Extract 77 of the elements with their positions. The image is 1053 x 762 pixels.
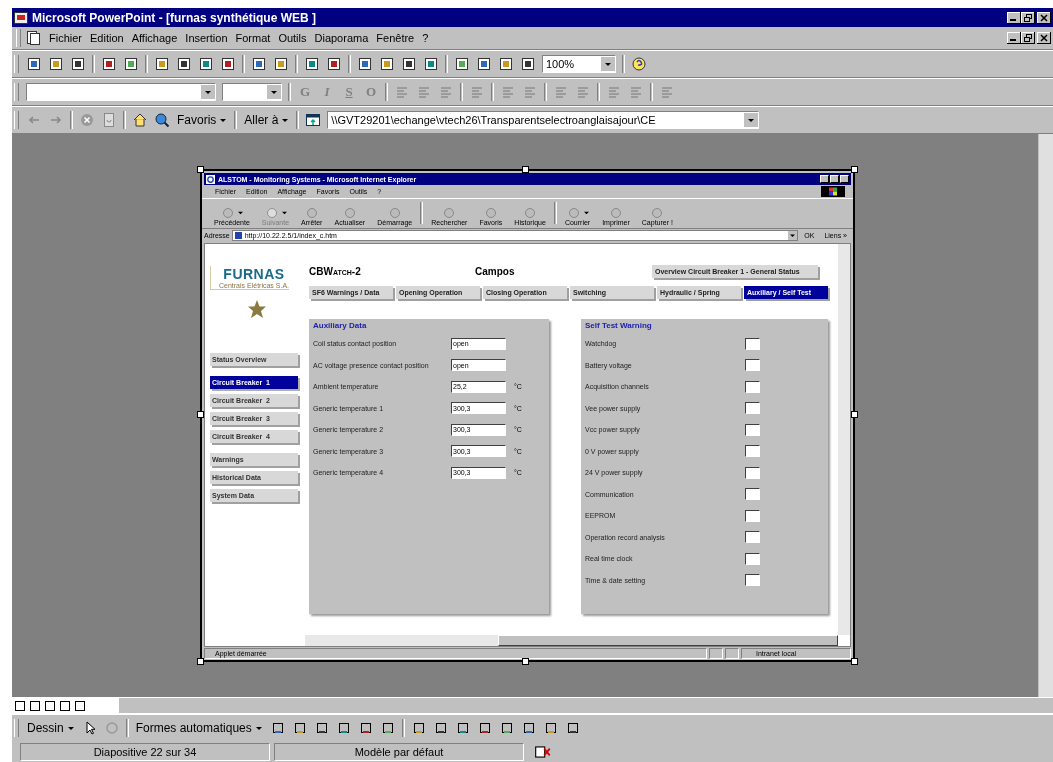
product-title: CBWatch-2 [309,265,362,277]
caret-icon [254,724,263,732]
close-button[interactable] [1037,11,1051,24]
warning-indicator [745,337,760,350]
help-icon[interactable] [631,56,647,72]
caret-icon [238,210,244,215]
warning-indicator [745,466,760,479]
window-title: Microsoft PowerPoint - [furnas synthétique WEB ] [32,10,316,25]
selection-handle[interactable] [851,166,858,173]
caret-icon [601,57,615,71]
warning-indicator [745,359,760,372]
vertical-scrollbar[interactable] [838,244,850,635]
minimize-button[interactable] [1007,11,1021,24]
selection-handle[interactable] [522,166,529,173]
caret-icon [66,724,75,732]
warning-indicator [745,423,760,436]
minimize-button[interactable] [1007,32,1021,44]
warning-indicator [745,445,760,458]
horizontal-scrollbar[interactable] [305,635,838,646]
favorites-menu[interactable]: Favoris [173,113,232,127]
warning-indicator [745,574,760,587]
menu-item[interactable]: Edition [86,32,128,44]
horizontal-scrollbar[interactable] [119,698,1053,713]
spellcheck-status-icon [534,744,552,759]
warning-indicator [745,488,760,501]
go-menu[interactable]: Aller à [240,113,294,127]
document-icon [25,30,41,46]
slide-counter: Diapositive 22 sur 34 [20,742,270,761]
maximize-button[interactable] [830,175,839,183]
selection-handle[interactable] [197,411,204,418]
restore-button[interactable] [1021,11,1035,24]
caret-icon [267,85,281,99]
font-dropdown[interactable] [26,83,216,101]
star-logo-icon [247,299,267,319]
caret-icon [201,85,215,99]
page-icon [234,232,242,239]
warning-indicator [745,509,760,522]
window-icon[interactable] [305,112,322,128]
menu-item[interactable]: Diaporama [310,32,373,44]
design-template: Modèle par défaut [274,742,524,761]
selection-handle[interactable] [851,411,858,418]
menu-item[interactable]: Format [231,32,275,44]
autoshapes-menu[interactable]: Formes automatiques [131,721,267,735]
address-field[interactable]: \\GVT29201\echange\vtech26\Transparentselectroanglaisajour\CE [327,111,760,129]
app-icon [14,11,28,24]
menu-item[interactable]: Insertion [181,32,232,44]
warning-indicator [745,552,760,565]
restore-button[interactable] [1021,32,1035,44]
selection-handle[interactable] [197,658,204,665]
warning-indicator [745,531,760,544]
warning-indicator [745,402,760,415]
caret-icon [584,210,589,215]
windows-logo-icon [821,186,845,197]
caret-icon [281,116,290,124]
menu-item[interactable]: Affichage [127,32,182,44]
browser-icon [206,174,215,184]
caret-icon [281,210,287,215]
menu-item[interactable]: Outils [274,32,311,44]
panel-title: Self Test Warning [585,321,653,330]
scrollbar-thumb[interactable] [498,635,838,646]
font-size-dropdown[interactable] [222,83,282,101]
draw-menu[interactable]: Dessin [23,721,79,735]
panel-title: Auxiliary Data [313,321,368,330]
vertical-scrollbar[interactable] [1038,134,1053,697]
warning-indicator [745,380,760,393]
menu-item[interactable]: Fichier [45,32,86,44]
selection-handle[interactable] [197,166,204,173]
selection-handle[interactable] [851,658,858,665]
caret-icon [744,113,759,127]
close-button[interactable] [1037,32,1051,44]
site-title: Campos [475,265,516,277]
zoom-dropdown[interactable]: 100% [542,55,616,73]
caret-icon [219,116,228,124]
menu-item[interactable]: ? [418,32,433,44]
caret-icon [788,231,798,240]
selection-handle[interactable] [522,658,529,665]
menu-item[interactable]: Fenêtre [372,32,419,44]
